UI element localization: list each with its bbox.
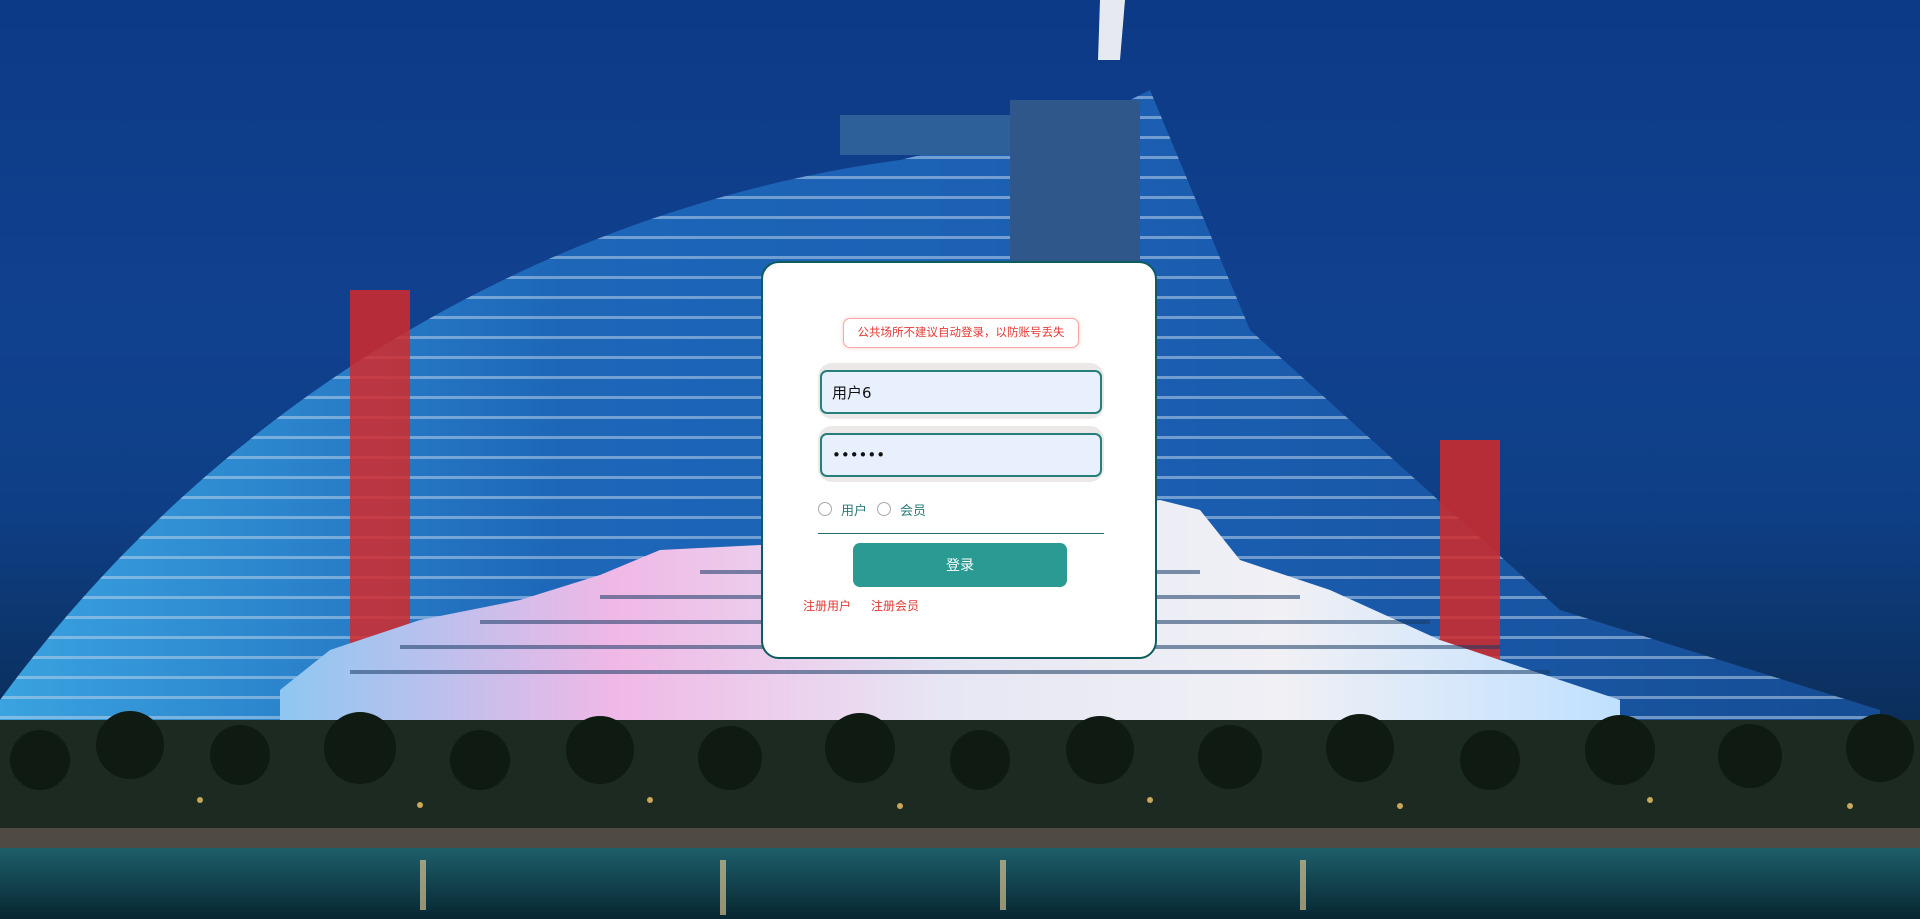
register-user-link[interactable]: 注册用户 bbox=[803, 597, 851, 614]
register-member-link[interactable]: 注册会员 bbox=[871, 597, 919, 614]
username-field-wrapper bbox=[818, 363, 1104, 419]
login-button[interactable]: 登录 bbox=[853, 543, 1067, 587]
register-links: 注册用户 注册会员 bbox=[803, 597, 939, 614]
role-selector: 用户 会员 bbox=[818, 499, 936, 519]
password-field-wrapper bbox=[818, 426, 1104, 482]
radio-unchecked-icon[interactable] bbox=[818, 502, 832, 516]
login-page: 公共场所不建议自动登录，以防账号丢失 用户 会员 登录 注册用户 注册会员 bbox=[0, 0, 1920, 919]
username-input[interactable] bbox=[820, 370, 1102, 414]
auto-login-warning: 公共场所不建议自动登录，以防账号丢失 bbox=[843, 318, 1079, 348]
login-card: 公共场所不建议自动登录，以防账号丢失 用户 会员 登录 注册用户 注册会员 bbox=[761, 261, 1157, 659]
radio-unchecked-icon[interactable] bbox=[877, 502, 892, 516]
role-option-user[interactable]: 用户 bbox=[841, 500, 867, 519]
role-option-member[interactable]: 会员 bbox=[900, 500, 926, 519]
password-input[interactable] bbox=[820, 433, 1102, 477]
divider bbox=[818, 533, 1104, 534]
